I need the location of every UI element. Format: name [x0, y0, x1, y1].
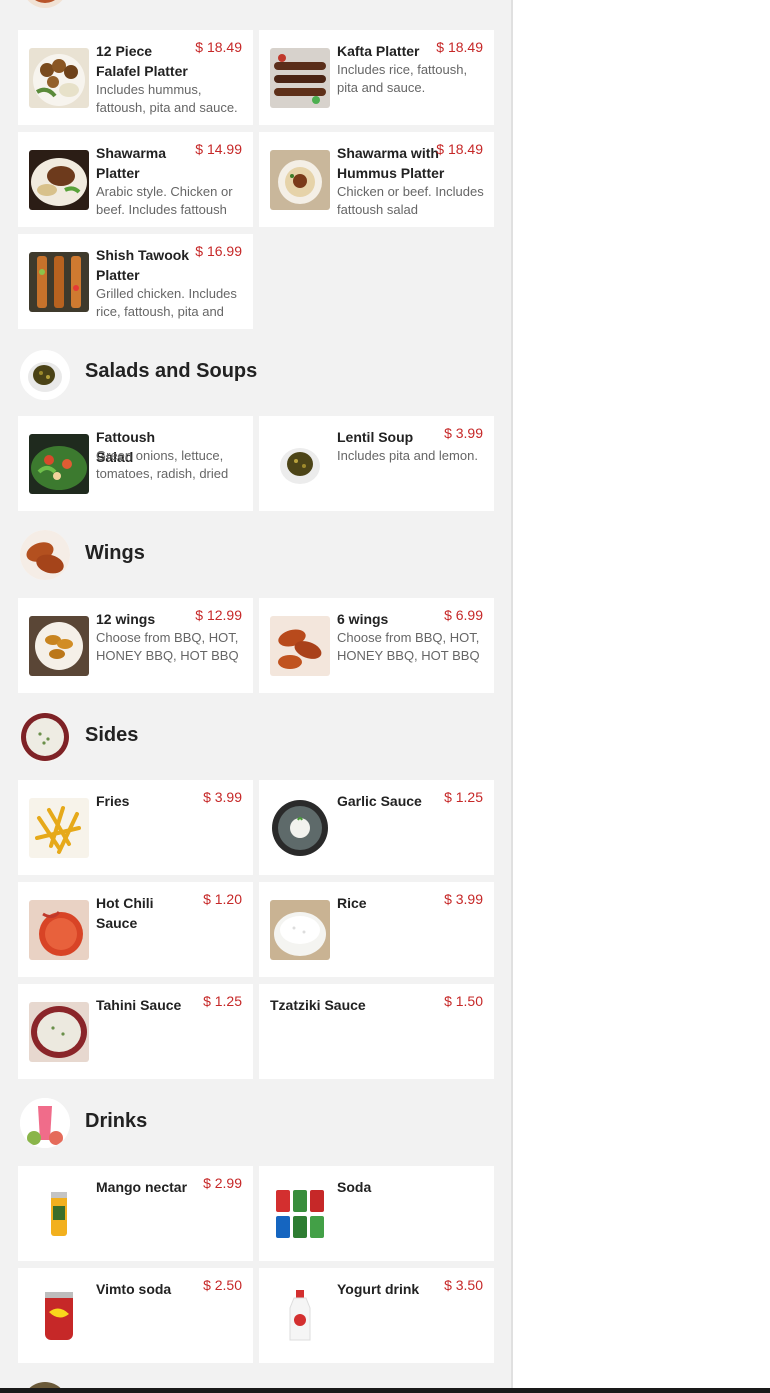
- menu-item-kafta[interactable]: Kafta Platter $ 18.49 Includes rice, fat…: [259, 30, 494, 125]
- menu-item-fries[interactable]: Fries $ 3.99: [18, 780, 253, 875]
- category-thumb-sides: [20, 712, 70, 762]
- menu-item-falafel[interactable]: 12 Piece Falafel Platter $ 18.49 Include…: [18, 30, 253, 125]
- item-name: Tahini Sauce: [96, 997, 182, 1013]
- menu-item-shish-tawook[interactable]: Shish Tawook Platter $ 16.99 Grilled chi…: [18, 234, 253, 329]
- item-name: Lentil Soup: [337, 429, 414, 445]
- item-price: $ 18.49: [436, 39, 483, 55]
- window-bottom-edge: [0, 1388, 770, 1393]
- item-name: 12 Piece Falafel Platter: [96, 43, 188, 79]
- item-price: $ 3.50: [444, 1277, 483, 1293]
- menu-item-rice[interactable]: Rice $ 3.99: [259, 882, 494, 977]
- item-price: $ 3.99: [203, 789, 242, 805]
- item-name: Vimto soda: [96, 1281, 172, 1297]
- item-price: $ 2.50: [203, 1277, 242, 1293]
- yogurt-bottle-photo: [270, 1286, 330, 1346]
- menu-item-yogurt-drink[interactable]: Yogurt drink $ 3.50: [259, 1268, 494, 1363]
- menu-item-tzatziki-sauce[interactable]: Tzatziki Sauce $ 1.50: [259, 984, 494, 1079]
- item-name: Fries: [96, 793, 130, 809]
- category-thumb-drinks: [20, 1098, 70, 1148]
- menu-list: 12 Piece Falafel Platter $ 18.49 Include…: [0, 0, 512, 1393]
- menu-item-fattoush[interactable]: Fattoush Salad Green onions, lettuce, to…: [18, 416, 253, 511]
- item-name: Shish Tawook Platter: [96, 247, 190, 283]
- kafta-skewers-photo: [270, 48, 330, 108]
- salad-bowl-photo: [29, 434, 89, 494]
- item-price: $ 2.99: [203, 1175, 242, 1191]
- item-description: Choose from BBQ, HOT, HONEY BBQ, HOT BBQ: [337, 630, 480, 663]
- falafel-plate-photo: [29, 48, 89, 108]
- item-name: Shawarma Platter: [96, 145, 167, 181]
- hummus-bowl-photo: [270, 150, 330, 210]
- menu-item-garlic-sauce[interactable]: Garlic Sauce $ 1.25: [259, 780, 494, 875]
- cart-pane: [513, 0, 770, 1393]
- menu-item-12-wings[interactable]: 12 wings $ 12.99 Choose from BBQ, HOT, H…: [18, 598, 253, 693]
- section-title-salads: Salads and Soups: [85, 360, 258, 382]
- item-name: Kafta Platter: [337, 43, 420, 59]
- wings-photo: [270, 616, 330, 676]
- item-name: Tzatziki Sauce: [270, 997, 366, 1013]
- item-name: Garlic Sauce: [337, 793, 422, 809]
- item-price: $ 3.99: [444, 891, 483, 907]
- item-price: $ 1.20: [203, 891, 242, 907]
- section-title-drinks: Drinks: [85, 1110, 148, 1132]
- item-description: Chicken or beef. Includes fattoush salad: [337, 184, 484, 217]
- item-description: Grilled chicken. Includes rice, fattoush…: [96, 286, 237, 319]
- tahini-bowl-photo: [29, 1002, 89, 1062]
- item-name: Hot Chili Sauce: [96, 895, 154, 931]
- item-name: Soda: [337, 1179, 372, 1195]
- menu-item-6-wings[interactable]: 6 wings $ 6.99 Choose from BBQ, HOT, HON…: [259, 598, 494, 693]
- item-price: $ 3.99: [444, 425, 483, 441]
- menu-item-shawarma-hummus[interactable]: Shawarma with Hummus Platter $ 18.49 Chi…: [259, 132, 494, 227]
- section-title-wings: Wings: [85, 542, 145, 564]
- category-thumb-platters: [22, 0, 68, 10]
- chicken-skewers-photo: [29, 252, 89, 312]
- item-price: $ 14.99: [195, 141, 242, 157]
- item-name: Mango nectar: [96, 1179, 188, 1195]
- item-price: $ 1.25: [444, 789, 483, 805]
- item-description: Choose from BBQ, HOT, HONEY BBQ, HOT BBQ: [96, 630, 239, 663]
- soda-cans-photo: [270, 1184, 330, 1244]
- item-name: 6 wings: [337, 611, 389, 627]
- menu-item-soda[interactable]: Soda: [259, 1166, 494, 1261]
- category-thumb-wings: [20, 530, 70, 580]
- fries-photo: [29, 798, 89, 858]
- menu-item-hot-chili-sauce[interactable]: Hot Chili Sauce $ 1.20: [18, 882, 253, 977]
- item-name: 12 wings: [96, 611, 156, 627]
- mango-can-photo: [29, 1184, 89, 1244]
- item-price: $ 16.99: [195, 243, 242, 259]
- item-name: Yogurt drink: [337, 1281, 420, 1297]
- item-price: $ 6.99: [444, 607, 483, 623]
- item-description: Includes rice, fattoush, pita and sauce.: [337, 62, 468, 95]
- menu-item-tahini-sauce[interactable]: Tahini Sauce $ 1.25: [18, 984, 253, 1079]
- soup-bowl-photo: [270, 434, 330, 494]
- item-description: Includes hummus, fattoush, pita and sauc…: [96, 82, 238, 115]
- item-price: $ 12.99: [195, 607, 242, 623]
- section-title-sides: Sides: [85, 724, 139, 746]
- category-thumb-salads: [20, 350, 70, 400]
- rice-bowl-photo: [270, 900, 330, 960]
- menu-item-shawarma[interactable]: Shawarma Platter $ 14.99 Arabic style. C…: [18, 132, 253, 227]
- menu-item-vimto-soda[interactable]: Vimto soda $ 2.50: [18, 1268, 253, 1363]
- menu-item-mango-nectar[interactable]: Mango nectar $ 2.99: [18, 1166, 253, 1261]
- item-description: Arabic style. Chicken or beef. Includes …: [96, 184, 233, 217]
- item-description: Green onions, lettuce, tomatoes, radish,…: [96, 448, 229, 481]
- menu-item-lentil-soup[interactable]: Lentil Soup $ 3.99 Includes pita and lem…: [259, 416, 494, 511]
- item-price: $ 1.25: [203, 993, 242, 1009]
- shawarma-plate-photo: [29, 150, 89, 210]
- garlic-sauce-photo: [270, 798, 330, 858]
- chili-sauce-photo: [29, 900, 89, 960]
- item-price: $ 18.49: [195, 39, 242, 55]
- vimto-can-photo: [29, 1286, 89, 1346]
- item-description: Includes pita and lemon.: [337, 448, 478, 463]
- wings-plate-photo: [29, 616, 89, 676]
- item-name: Rice: [337, 895, 367, 911]
- item-price: $ 1.50: [444, 993, 483, 1009]
- item-price: $ 18.49: [436, 141, 483, 157]
